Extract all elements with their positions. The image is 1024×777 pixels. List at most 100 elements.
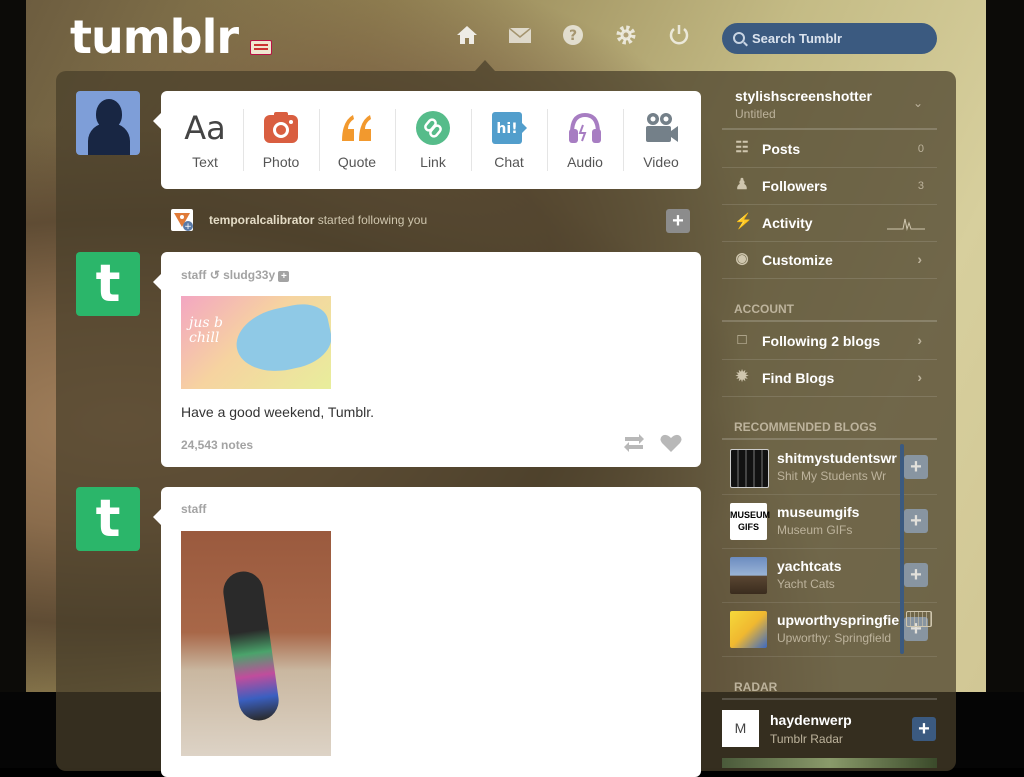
recommended-blog[interactable]: upworthyspringfie Upworthy: Springfield … <box>722 602 937 657</box>
post-type-photo[interactable]: Photo <box>243 91 319 189</box>
sidebar-item-followers[interactable]: ♟ Followers 3 <box>722 167 937 205</box>
sidebar-item-customize[interactable]: ◉ Customize › <box>722 241 937 279</box>
reblog-icon <box>624 434 644 452</box>
follow-text: started following you <box>317 213 428 227</box>
keyboard-icon[interactable] <box>906 611 932 627</box>
post-type-audio[interactable]: Audio <box>547 91 623 189</box>
account-heading: ACCOUNT <box>734 302 794 316</box>
post-notes[interactable]: 24,543 notes <box>181 438 253 452</box>
blog-switcher[interactable]: stylishscreenshotter Untitled ⌄ <box>722 84 937 130</box>
lightning-icon: ⚡ <box>734 213 753 230</box>
recommended-heading: RECOMMENDED BLOGS <box>734 420 877 434</box>
eye-icon: ◉ <box>735 250 749 267</box>
search-input[interactable]: Search Tumblr <box>722 23 937 54</box>
reblogged-from[interactable]: sludg33y <box>223 268 275 282</box>
nav-caret <box>475 60 495 71</box>
post-type-video[interactable]: Video <box>623 91 699 189</box>
reblog-button[interactable] <box>622 431 646 455</box>
sidebar-item-activity[interactable]: ⚡ Activity <box>722 204 937 242</box>
blog-title: Untitled <box>735 107 776 121</box>
recommended-blog[interactable]: yachtcats Yacht Cats + <box>722 548 937 603</box>
user-avatar[interactable] <box>76 91 140 155</box>
svg-text:+: + <box>184 222 192 231</box>
follow-button[interactable]: + <box>904 563 928 587</box>
followers-icon: ♟ <box>735 176 749 193</box>
follower-name[interactable]: temporalcalibrator <box>209 213 314 227</box>
follow-back-button[interactable]: + <box>666 209 690 233</box>
chat-icon: hi! <box>492 112 527 144</box>
help-icon[interactable]: ? <box>561 24 585 48</box>
background-edge-right <box>986 0 1024 692</box>
chevron-right-icon: › <box>917 332 922 348</box>
dolphin-shape <box>230 298 331 380</box>
blog-name: stylishscreenshotter <box>735 88 872 104</box>
radar-follow-button[interactable]: + <box>912 717 936 741</box>
follow-plus-icon[interactable]: + <box>278 271 290 282</box>
heart-icon <box>660 434 682 452</box>
recommended-blog-avatar <box>730 557 767 594</box>
envelope-icon[interactable] <box>508 24 532 48</box>
radar-source: Tumblr Radar <box>770 732 843 746</box>
dancer-figure <box>220 568 282 724</box>
post-photo[interactable]: jus b chill <box>181 296 331 389</box>
radar-blog-name[interactable]: haydenwerp <box>770 712 852 728</box>
find-blogs-icon: ✹ <box>735 368 749 385</box>
gear-icon[interactable] <box>614 24 638 48</box>
post-card: staff ↺ sludg33y + jus b chill Have a go… <box>153 252 701 467</box>
svg-text:?: ? <box>569 28 577 44</box>
logo-badge-icon <box>250 40 272 55</box>
follow-button[interactable]: + <box>904 509 928 533</box>
radar-card[interactable]: M haydenwerp Tumblr Radar + <box>722 702 937 768</box>
post-author-avatar[interactable]: t <box>76 252 140 316</box>
post-body: Have a good weekend, Tumblr. <box>181 404 375 420</box>
post-card: staff <box>153 487 701 777</box>
reblog-icon: ↺ <box>209 268 220 282</box>
recommended-scrollbar[interactable] <box>900 444 904 654</box>
text-icon: Aa <box>184 109 226 147</box>
follow-button[interactable]: + <box>904 455 928 479</box>
radar-heading: RADAR <box>734 680 778 694</box>
sidebar-item-find-blogs[interactable]: ✹ Find Blogs › <box>722 359 937 397</box>
post-author[interactable]: staff <box>181 502 206 516</box>
post-photo[interactable] <box>181 531 331 756</box>
post-author-avatar[interactable]: t <box>76 487 140 551</box>
headphones-icon <box>569 112 601 143</box>
camera-icon <box>264 112 298 143</box>
recommended-blog-avatar <box>730 449 769 488</box>
search-placeholder: Search Tumblr <box>752 31 843 46</box>
post-header: staff ↺ sludg33y + <box>181 268 290 282</box>
link-icon <box>416 111 450 145</box>
recommended-blog-avatar: MUSEUM GIFS <box>730 503 770 540</box>
post-type-link[interactable]: Link <box>395 91 471 189</box>
power-icon[interactable] <box>667 24 691 48</box>
chevron-down-icon: ⌄ <box>912 96 923 110</box>
search-icon <box>733 32 745 44</box>
video-camera-icon <box>646 113 678 142</box>
home-icon[interactable] <box>455 24 479 48</box>
post-author[interactable]: staff <box>181 268 206 282</box>
post-type-bar: Aa Text Photo Quote Link hi! Chat Audio … <box>153 91 701 189</box>
recommended-blog-avatar <box>730 611 767 648</box>
following-icon: □ <box>737 331 747 348</box>
recommended-blog[interactable]: shitmystudentswr Shit My Students Wr + <box>722 440 937 495</box>
sidebar-item-following[interactable]: □ Following 2 blogs › <box>722 322 937 360</box>
svg-text:hi!: hi! <box>496 121 517 137</box>
chevron-right-icon: › <box>917 251 922 267</box>
follow-notification: temporalcalibrator started following you <box>209 209 427 231</box>
like-button[interactable] <box>659 431 683 455</box>
post-type-text[interactable]: Aa Text <box>167 91 243 189</box>
radar-avatar[interactable]: M <box>722 710 759 747</box>
tumblr-logo[interactable]: tumblr <box>70 12 239 62</box>
follower-avatar[interactable]: + <box>171 209 193 232</box>
sidebar-item-posts[interactable]: ☷ Posts 0 <box>722 130 937 168</box>
background-edge-left <box>0 0 26 692</box>
radar-preview-image <box>722 758 937 768</box>
post-type-chat[interactable]: hi! Chat <box>471 91 547 189</box>
post-photo-caption: jus b chill <box>189 315 223 346</box>
posts-icon: ☷ <box>735 139 749 156</box>
museumgifs-logo-text: MUSEUM GIFS <box>730 510 770 532</box>
recommended-blog[interactable]: MUSEUM GIFS museumgifs Museum GIFs + <box>722 494 937 549</box>
post-type-quote[interactable]: Quote <box>319 91 395 189</box>
quote-icon <box>342 115 371 141</box>
activity-sparkline <box>887 218 925 231</box>
